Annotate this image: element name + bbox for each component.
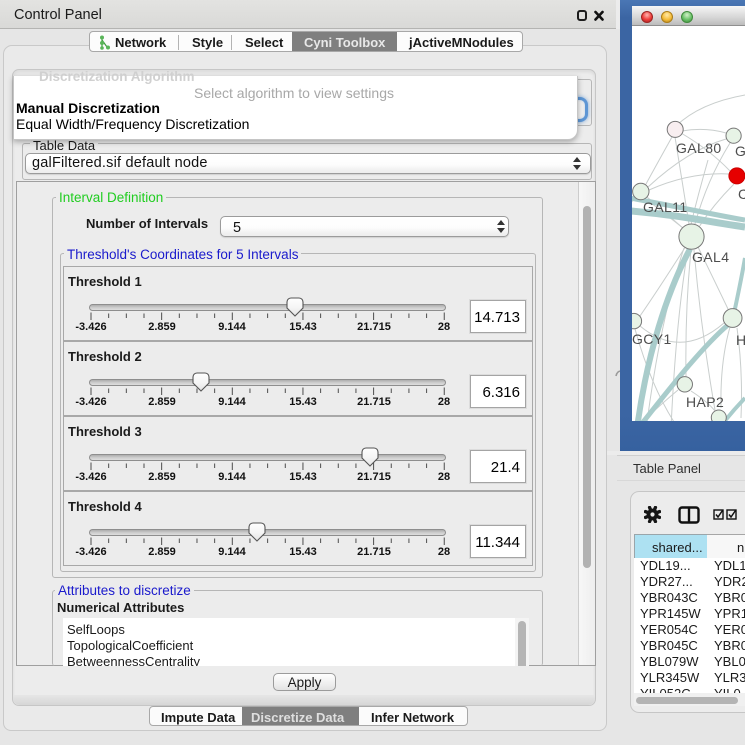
svg-text:GAL11: GAL11	[643, 199, 688, 215]
svg-text:GAL4: GAL4	[692, 249, 729, 265]
svg-text:GCY1: GCY1	[632, 331, 672, 347]
svg-text:HAP2: HAP2	[686, 394, 724, 410]
svg-text:H: H	[736, 332, 745, 348]
svg-text:GAL80: GAL80	[676, 140, 722, 156]
svg-text:GA: GA	[735, 143, 745, 159]
svg-text:C: C	[738, 186, 745, 202]
